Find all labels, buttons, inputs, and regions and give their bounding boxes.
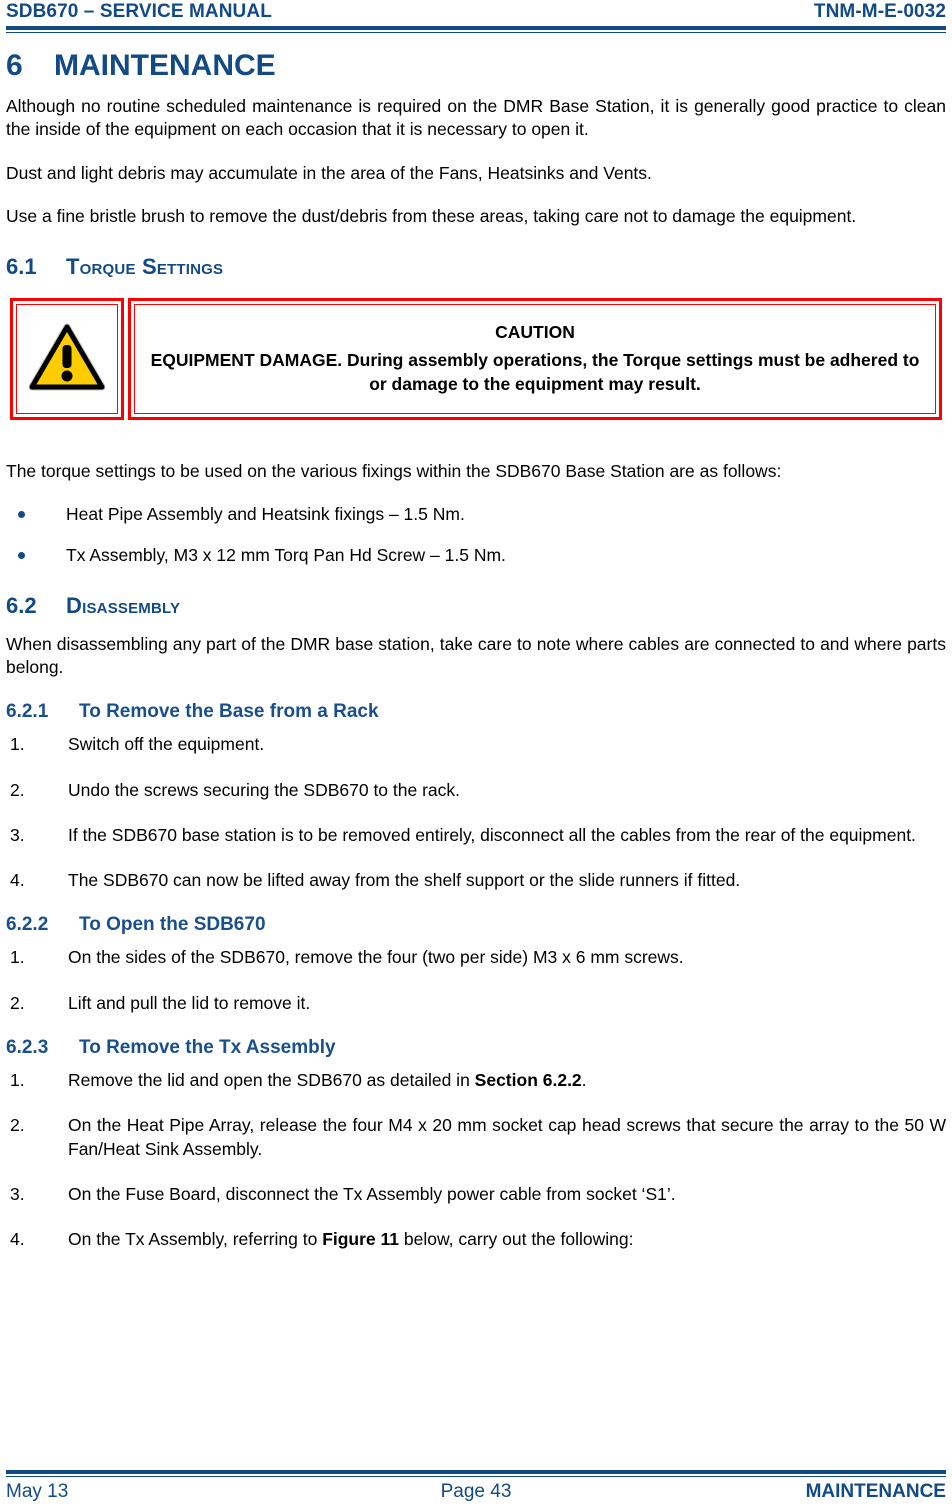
page-footer: May 13 Page 43 MAINTENANCE xyxy=(6,1470,946,1503)
caution-icon-cell xyxy=(10,298,124,421)
subsection-title-6-1: Torque Settings xyxy=(66,254,224,280)
step-number: 2. xyxy=(10,779,25,800)
intro-paragraph-2: Dust and light debris may accumulate in … xyxy=(6,162,652,183)
step-number: 4. xyxy=(10,870,25,891)
list-item: 2. On the Heat Pipe Array, release the f… xyxy=(6,1114,946,1161)
list-item: 2. Undo the screws securing the SDB670 t… xyxy=(6,779,946,802)
subsection-title-6-2-1: To Remove the Base from a Rack xyxy=(79,701,379,723)
step-text-pre: On the Fuse Board, disconnect the Tx Ass… xyxy=(68,1183,676,1204)
list-item: 1. Remove the lid and open the SDB670 as… xyxy=(6,1069,946,1092)
subsection-number-6-1: 6.1 xyxy=(6,254,37,280)
section-heading-6-2-2: 6.2.2 To Open the SDB670 xyxy=(6,914,946,936)
document-page: SDB670 – SERVICE MANUAL TNM-M-E-0032 6 M… xyxy=(0,0,952,1511)
torque-lead-paragraph: The torque settings to be used on the va… xyxy=(6,461,782,482)
step-text-pre: On the Tx Assembly, referring to xyxy=(68,1229,323,1250)
section-heading-6-2-3: 6.2.3 To Remove the Tx Assembly xyxy=(6,1037,946,1059)
step-number: 2. xyxy=(10,1115,25,1136)
step-text-emphasis: Figure 11 xyxy=(322,1229,400,1250)
step-text: Switch off the equipment. xyxy=(68,734,265,755)
bullet-dot-icon xyxy=(18,551,25,559)
disassembly-lead-paragraph: When disassembling any part of the DMR b… xyxy=(6,633,946,678)
section-number: 6 xyxy=(6,49,23,82)
step-text-pre: On the Heat Pipe Array, release the four… xyxy=(68,1115,946,1159)
list-item: 1. On the sides of the SDB670, remove th… xyxy=(6,946,946,969)
step-number: 4. xyxy=(10,1229,25,1250)
subsection-number-6-2-3: 6.2.3 xyxy=(6,1036,49,1058)
step-number: 1. xyxy=(10,1069,25,1090)
warning-triangle-icon xyxy=(28,323,106,396)
subsection-title-6-2-3: To Remove the Tx Assembly xyxy=(79,1036,336,1058)
section-heading-6: 6 MAINTENANCE xyxy=(6,49,946,83)
step-text: If the SDB670 base station is to be remo… xyxy=(68,824,916,845)
section-heading-6-1: 6.1 Torque Settings xyxy=(6,254,946,280)
step-text-post: . xyxy=(581,1069,587,1090)
list-item: 4. On the Tx Assembly, referring to Figu… xyxy=(6,1228,946,1251)
table-row: CAUTION EQUIPMENT DAMAGE. During assembl… xyxy=(10,298,942,421)
step-number: 1. xyxy=(10,734,25,755)
list-item: Tx Assembly, M3 x 12 mm Torq Pan Hd Scre… xyxy=(6,544,946,567)
footer-date: May 13 xyxy=(6,1481,69,1502)
step-text-post: below, carry out the following: xyxy=(399,1229,634,1250)
steps-6-2-1: 1. Switch off the equipment. 2. Undo the… xyxy=(6,733,946,892)
footer-section-name: MAINTENANCE xyxy=(805,1481,946,1502)
list-item: 1. Switch off the equipment. xyxy=(6,733,946,756)
subsection-number-6-2: 6.2 xyxy=(6,592,37,618)
list-item: 3. If the SDB670 base station is to be r… xyxy=(6,824,946,847)
step-text: Undo the screws securing the SDB670 to t… xyxy=(68,779,461,800)
header-rule xyxy=(6,26,946,33)
header-manual-title: SDB670 – SERVICE MANUAL xyxy=(6,1,272,22)
section-heading-6-2: 6.2 Disassembly xyxy=(6,593,946,619)
steps-6-2-3: 1. Remove the lid and open the SDB670 as… xyxy=(6,1069,946,1251)
step-number: 3. xyxy=(10,824,25,845)
caution-message: EQUIPMENT DAMAGE. During assembly operat… xyxy=(150,350,920,394)
step-number: 3. xyxy=(10,1183,25,1204)
intro-paragraph-1: Although no routine scheduled maintenanc… xyxy=(6,96,946,140)
caution-title: CAUTION xyxy=(495,322,575,343)
caution-box: CAUTION EQUIPMENT DAMAGE. During assembl… xyxy=(6,298,946,421)
subsection-title-6-2: Disassembly xyxy=(66,592,181,618)
bullet-text: Heat Pipe Assembly and Heatsink fixings … xyxy=(66,504,465,525)
footer-page-number: Page 43 xyxy=(440,1481,512,1502)
step-text: The SDB670 can now be lifted away from t… xyxy=(68,870,741,891)
footer-rule xyxy=(6,1470,946,1477)
step-text: Lift and pull the lid to remove it. xyxy=(68,992,311,1013)
list-item: 2. Lift and pull the lid to remove it. xyxy=(6,992,946,1015)
section-title: MAINTENANCE xyxy=(54,49,276,82)
running-header: SDB670 – SERVICE MANUAL TNM-M-E-0032 xyxy=(6,0,946,23)
step-text: On the sides of the SDB670, remove the f… xyxy=(68,947,684,968)
list-item: Heat Pipe Assembly and Heatsink fixings … xyxy=(6,503,946,526)
step-text-emphasis: Section 6.2.2 xyxy=(474,1069,582,1090)
subsection-title-6-2-2: To Open the SDB670 xyxy=(79,914,266,936)
step-number: 1. xyxy=(10,947,25,968)
subsection-number-6-2-2: 6.2.2 xyxy=(6,914,49,936)
list-item: 3. On the Fuse Board, disconnect the Tx … xyxy=(6,1183,946,1206)
list-item: 4. The SDB670 can now be lifted away fro… xyxy=(6,869,946,892)
torque-bullet-list: Heat Pipe Assembly and Heatsink fixings … xyxy=(6,503,946,567)
section-heading-6-2-1: 6.2.1 To Remove the Base from a Rack xyxy=(6,701,946,723)
intro-paragraph-3: Use a fine bristle brush to remove the d… xyxy=(6,205,857,226)
bullet-dot-icon xyxy=(18,511,25,519)
caution-text-cell: CAUTION EQUIPMENT DAMAGE. During assembl… xyxy=(128,298,942,421)
step-text-pre: Remove the lid and open the SDB670 as de… xyxy=(68,1069,475,1090)
bullet-text: Tx Assembly, M3 x 12 mm Torq Pan Hd Scre… xyxy=(66,544,506,565)
header-document-number: TNM-M-E-0032 xyxy=(813,1,946,22)
subsection-number-6-2-1: 6.2.1 xyxy=(6,701,49,723)
caution-table: CAUTION EQUIPMENT DAMAGE. During assembl… xyxy=(6,298,946,421)
steps-6-2-2: 1. On the sides of the SDB670, remove th… xyxy=(6,946,946,1015)
step-number: 2. xyxy=(10,992,25,1013)
